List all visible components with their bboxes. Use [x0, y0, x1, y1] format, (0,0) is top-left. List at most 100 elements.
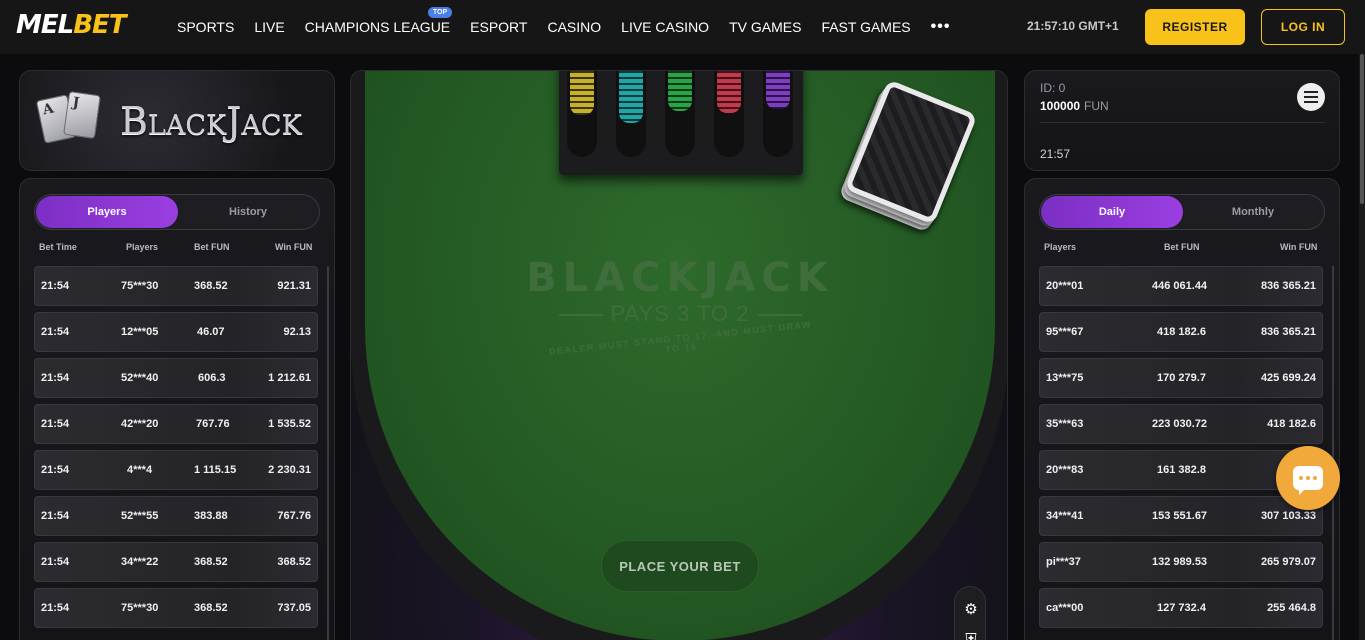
row-player: 20***01: [1046, 280, 1084, 292]
row-win: 1 535.52: [268, 418, 311, 430]
blackjack-game-area[interactable]: BLACKJACK PAYS 3 TO 2 DEALER MUST STAND …: [350, 70, 1008, 640]
row-time: 21:54: [41, 418, 70, 430]
players-scrollbar[interactable]: [327, 266, 329, 640]
game-time: 21:57: [1040, 147, 1071, 161]
row-player: 35***63: [1046, 418, 1084, 430]
felt-payout: PAYS 3 TO 2: [351, 301, 1007, 327]
row-time: 21:54: [41, 510, 70, 522]
row-bet: 418 182.6: [1157, 326, 1206, 338]
table-row: 21:54 52***55 383.88 767.76: [34, 496, 318, 536]
col-players: Players: [1044, 242, 1077, 252]
nav-esport[interactable]: ESPORT: [470, 19, 527, 35]
nav-champions-league[interactable]: CHAMPIONS LEAGUE TOP: [305, 7, 453, 35]
more-menu-icon[interactable]: •••: [931, 18, 951, 36]
melbet-logo[interactable]: MELBET: [16, 10, 127, 40]
table-row: 13***75 170 279.7 425 699.24: [1039, 358, 1323, 398]
row-player: 4***4: [127, 464, 153, 476]
row-win: 836 365.21: [1260, 280, 1316, 292]
nav-live[interactable]: LIVE: [254, 19, 284, 35]
account-panel: ID: 0 100000 FUN 21:57: [1024, 70, 1340, 171]
row-win: 307 103.33: [1260, 510, 1316, 522]
leaderboard-scrollbar[interactable]: [1332, 266, 1334, 640]
row-bet: 153 551.67: [1152, 510, 1208, 522]
row-player: 52***55: [121, 510, 159, 522]
tab-players[interactable]: Players: [36, 196, 178, 228]
row-win: 255 464.8: [1267, 602, 1316, 614]
page-scrollbar[interactable]: [1359, 54, 1365, 640]
support-chat-button[interactable]: [1276, 446, 1340, 510]
chip-stack: [570, 71, 594, 115]
tab-history[interactable]: History: [177, 196, 319, 228]
row-win: 368.52: [277, 556, 311, 568]
chip-stack: [766, 71, 790, 109]
blackjack-logo-panel: A J BlackJack: [19, 70, 335, 171]
jack-card: J: [63, 90, 101, 140]
table-row: 95***67 418 182.6 836 365.21: [1039, 312, 1323, 352]
row-player: 34***41: [1046, 510, 1084, 522]
row-bet: 223 030.72: [1152, 418, 1208, 430]
row-time: 21:54: [41, 602, 70, 614]
players-history-toggle: Players History: [34, 194, 320, 230]
chip-stack: [717, 71, 741, 113]
row-win: 265 979.07: [1260, 556, 1316, 568]
row-bet: 46.07: [197, 326, 225, 338]
row-bet: 132 989.53: [1152, 556, 1208, 568]
players-table-header: Bet Time Players Bet FUN Win FUN: [20, 242, 336, 256]
row-bet: 368.52: [194, 556, 228, 568]
table-row: 21:54 75***30 368.52 737.05: [34, 588, 318, 628]
login-button[interactable]: LOG IN: [1261, 9, 1345, 45]
blackjack-logo-title: BlackJack: [120, 99, 302, 143]
leaderboard-rows: 20***01 446 061.44 836 365.21 95***67 41…: [1039, 266, 1323, 634]
players-rows: 21:54 75***30 368.52 921.31 21:54 12***0…: [34, 266, 318, 634]
page-scrollbar-thumb[interactable]: [1360, 54, 1364, 204]
table-row: 21:54 75***30 368.52 921.31: [34, 266, 318, 306]
nav-live-casino[interactable]: LIVE CASINO: [621, 19, 709, 35]
row-player: pi***37: [1046, 556, 1081, 568]
hamburger-menu-icon[interactable]: [1297, 83, 1325, 111]
row-win: 836 365.21: [1260, 326, 1316, 338]
felt-dash: [558, 314, 603, 317]
row-player: 34***22: [121, 556, 159, 568]
chip-slot: [665, 71, 695, 157]
nav-fast-games[interactable]: FAST GAMES: [821, 19, 910, 35]
row-bet: 767.76: [196, 418, 230, 430]
row-player: 52***40: [121, 372, 159, 384]
table-row: 21:54 52***40 606.3 1 212.61: [34, 358, 318, 398]
tab-monthly[interactable]: Monthly: [1182, 196, 1324, 228]
row-time: 21:54: [41, 556, 70, 568]
header-clock: 21:57:10 GMT+1: [1027, 19, 1119, 33]
top-navigation-bar: MELBET SPORTS LIVE CHAMPIONS LEAGUE TOP …: [0, 0, 1365, 54]
chip-slot: [714, 71, 744, 157]
balance-amount: 100000: [1040, 99, 1081, 113]
place-your-bet-button[interactable]: PLACE YOUR BET: [601, 540, 759, 592]
register-button[interactable]: REGISTER: [1145, 9, 1245, 45]
table-row: 21:54 4***4 1 115.15 2 230.31: [34, 450, 318, 490]
table-row: ca***00 127 732.4 255 464.8: [1039, 588, 1323, 628]
nav-casino[interactable]: CASINO: [547, 19, 601, 35]
row-win: 767.76: [277, 510, 311, 522]
row-player: 12***05: [121, 326, 159, 338]
row-win: 921.31: [277, 280, 311, 292]
row-win: 2 230.31: [268, 464, 311, 476]
row-player: 20***83: [1046, 464, 1084, 476]
row-player: 95***67: [1046, 326, 1084, 338]
nav-tv-games[interactable]: TV GAMES: [729, 19, 801, 35]
row-bet: 368.52: [194, 602, 228, 614]
row-player: 42***20: [121, 418, 159, 430]
tab-daily[interactable]: Daily: [1041, 196, 1183, 228]
settings-gear-icon[interactable]: ⚙: [962, 601, 980, 619]
row-win: 737.05: [277, 602, 311, 614]
table-row: 35***63 223 030.72 418 182.6: [1039, 404, 1323, 444]
row-time: 21:54: [41, 326, 70, 338]
chip-stack: [668, 71, 692, 111]
row-time: 21:54: [41, 280, 70, 292]
playing-cards-icon: A J: [35, 90, 102, 144]
col-win: Win FUN: [1280, 242, 1318, 252]
nav-sports[interactable]: SPORTS: [177, 19, 234, 35]
table-row: 21:54 12***05 46.07 92.13: [34, 312, 318, 352]
players-panel: Players History Bet Time Players Bet FUN…: [19, 178, 335, 640]
shield-icon[interactable]: ⛨: [962, 631, 980, 640]
row-time: 21:54: [41, 464, 70, 476]
row-bet: 383.88: [194, 510, 228, 522]
account-balance: 100000 FUN: [1040, 99, 1109, 113]
